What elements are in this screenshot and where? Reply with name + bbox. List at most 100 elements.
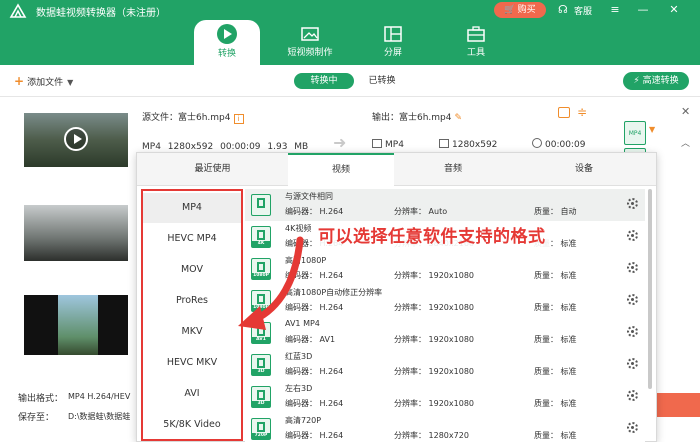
- menu-icon[interactable]: ≡: [606, 2, 624, 18]
- save-to-label: 保存至：: [18, 413, 55, 423]
- output-file-name: 输出：富士6h.mp4 ✎: [372, 110, 462, 123]
- convert-icon: [217, 24, 237, 44]
- preset-codec: 编码器： H.264: [285, 399, 344, 408]
- split-icon[interactable]: ≑: [577, 105, 587, 119]
- preset-item[interactable]: 3D 左右3D 编码器： H.264 分辨率： 1920x1080 质量： 标准: [245, 381, 645, 413]
- source-file-meta: MP4 1280x592 00:00:09 1.93 MB: [142, 142, 308, 152]
- output-format-icon[interactable]: MP4: [624, 121, 646, 145]
- tab-converting[interactable]: 转换中: [294, 73, 354, 89]
- tab-split-screen[interactable]: 分屏: [360, 20, 426, 65]
- gear-icon[interactable]: [627, 390, 638, 401]
- app-header: 数据蛙视频转换器（未注册） 🛒 购买 ☊ 客服 ≡ — ✕ 转换 短视频制作 分屏…: [0, 0, 700, 65]
- tab-tools[interactable]: 工具: [443, 20, 509, 65]
- support-link[interactable]: 客服: [574, 4, 592, 17]
- quality-icon[interactable]: [558, 107, 570, 118]
- tab-converted[interactable]: 已转换: [362, 73, 402, 89]
- minimize-button[interactable]: —: [634, 2, 652, 18]
- gear-icon[interactable]: [627, 422, 638, 433]
- annotation-arrow-icon: [238, 236, 304, 330]
- preset-item[interactable]: 与源文件相同 编码器： H.264 分辨率： Auto 质量： 自动: [245, 189, 645, 221]
- video-file-icon: 3D: [251, 386, 271, 408]
- format-item-prores[interactable]: ProRes: [143, 286, 241, 316]
- output-file-meta: MP4 1280x592 00:00:09: [372, 138, 585, 150]
- format-list: MP4 HEVC MP4 MOV ProRes MKV HEVC MKV AVI…: [141, 189, 243, 441]
- fast-convert-button[interactable]: ⚡ 高速转换: [623, 72, 689, 90]
- preset-resolution: 分辨率： Auto: [394, 207, 448, 216]
- output-file-label: 输出：富士6h.mp4: [372, 113, 452, 123]
- format-item-mp4[interactable]: MP4: [143, 193, 241, 223]
- preset-resolution: 分辨率： 1920x1080: [394, 367, 474, 376]
- video-thumbnail[interactable]: [24, 113, 128, 167]
- headset-icon[interactable]: ☊: [558, 2, 568, 18]
- format-tabs: 最近使用 视频 音频 设备: [137, 153, 656, 186]
- format-item-hevc-mp4[interactable]: HEVC MP4: [143, 224, 241, 254]
- remove-file-icon[interactable]: ✕: [681, 105, 690, 118]
- video-file-icon: [251, 194, 271, 216]
- buy-button[interactable]: 🛒 购买: [494, 2, 546, 18]
- preset-quality: 质量： 标准: [534, 431, 577, 440]
- preset-quality: 质量： 标准: [534, 271, 577, 280]
- tab-short-video-label: 短视频制作: [287, 48, 333, 58]
- preset-scrollbar[interactable]: [648, 189, 652, 389]
- chevron-up-icon[interactable]: ︿: [681, 136, 690, 149]
- convert-all-button[interactable]: [652, 393, 700, 417]
- annotation-text: 可以选择任意软件支持的格式: [314, 222, 550, 247]
- video-thumbnail[interactable]: [24, 295, 128, 355]
- toolbox-icon: [467, 26, 485, 42]
- tab-device[interactable]: 设备: [512, 153, 656, 186]
- info-icon[interactable]: i: [233, 114, 244, 124]
- tab-audio[interactable]: 音频: [394, 153, 512, 186]
- gear-icon[interactable]: [627, 326, 638, 337]
- plus-icon: +: [14, 74, 25, 88]
- format-item-5k-8k[interactable]: 5K/8K Video: [143, 410, 241, 440]
- film-icon: [372, 139, 382, 148]
- preset-tag: 3D: [252, 401, 270, 407]
- gear-icon[interactable]: [627, 230, 638, 241]
- tab-tools-label: 工具: [466, 48, 485, 58]
- video-thumbnail[interactable]: [24, 205, 128, 261]
- edit-icon[interactable]: ✎: [455, 113, 463, 123]
- gear-icon[interactable]: [627, 262, 638, 273]
- arrow-right-icon: ➜: [333, 133, 347, 152]
- format-item-avi[interactable]: AVI: [143, 379, 241, 409]
- tab-convert-label: 转换: [217, 49, 236, 59]
- format-item-hevc-mkv[interactable]: HEVC MKV: [143, 348, 241, 378]
- format-dropdown-panel: 最近使用 视频 音频 设备 MP4 HEVC MP4 MOV ProRes MK…: [136, 152, 657, 442]
- tab-short-video[interactable]: 短视频制作: [277, 20, 343, 65]
- preset-name: 红蓝3D: [285, 352, 313, 361]
- chevron-down-icon[interactable]: ▼: [67, 78, 73, 87]
- fast-convert-label: 高速转换: [642, 76, 679, 86]
- clock-icon: [532, 138, 542, 148]
- output-resolution: 1280x592: [452, 140, 498, 150]
- tab-recent[interactable]: 最近使用: [137, 153, 288, 186]
- preset-resolution: 分辨率： 1920x1080: [394, 303, 474, 312]
- gear-icon[interactable]: [627, 294, 638, 305]
- thumbnail-image: [58, 295, 98, 355]
- source-file-name: 源文件：富士6h.mp4 i: [142, 110, 244, 124]
- close-button[interactable]: ✕: [665, 2, 683, 18]
- add-file-button[interactable]: + 添加文件 ▼: [14, 74, 73, 88]
- cart-icon: 🛒: [504, 5, 516, 15]
- gear-icon[interactable]: [627, 358, 638, 369]
- gear-icon[interactable]: [627, 198, 638, 209]
- preset-resolution: 分辨率： 1280x720: [394, 431, 469, 440]
- preset-codec: 编码器： H.264: [285, 367, 344, 376]
- chevron-down-icon[interactable]: ▼: [649, 125, 655, 134]
- preset-resolution: 分辨率： 1920x1080: [394, 271, 474, 280]
- source-duration: 00:00:09: [220, 142, 261, 152]
- tab-convert[interactable]: 转换: [194, 20, 260, 65]
- tab-video[interactable]: 视频: [288, 153, 394, 186]
- image-icon: [301, 27, 319, 41]
- tab-split-screen-label: 分屏: [383, 48, 402, 58]
- add-file-label: 添加文件: [27, 78, 64, 88]
- preset-codec: 编码器： H.264: [285, 431, 344, 440]
- preset-quality: 质量： 自动: [534, 207, 577, 216]
- output-format-select[interactable]: MP4 H.264/HEV: [68, 392, 130, 401]
- save-path-field[interactable]: D:\数据蛙\数据蛙: [68, 411, 130, 422]
- resolution-icon: [439, 139, 449, 148]
- preset-item[interactable]: 3D 红蓝3D 编码器： H.264 分辨率： 1920x1080 质量： 标准: [245, 349, 645, 381]
- format-item-mkv[interactable]: MKV: [143, 317, 241, 347]
- format-item-mov[interactable]: MOV: [143, 255, 241, 285]
- preset-item[interactable]: 720P 高清720P 编码器： H.264 分辨率： 1280x720 质量：…: [245, 413, 645, 442]
- play-icon[interactable]: [64, 127, 88, 151]
